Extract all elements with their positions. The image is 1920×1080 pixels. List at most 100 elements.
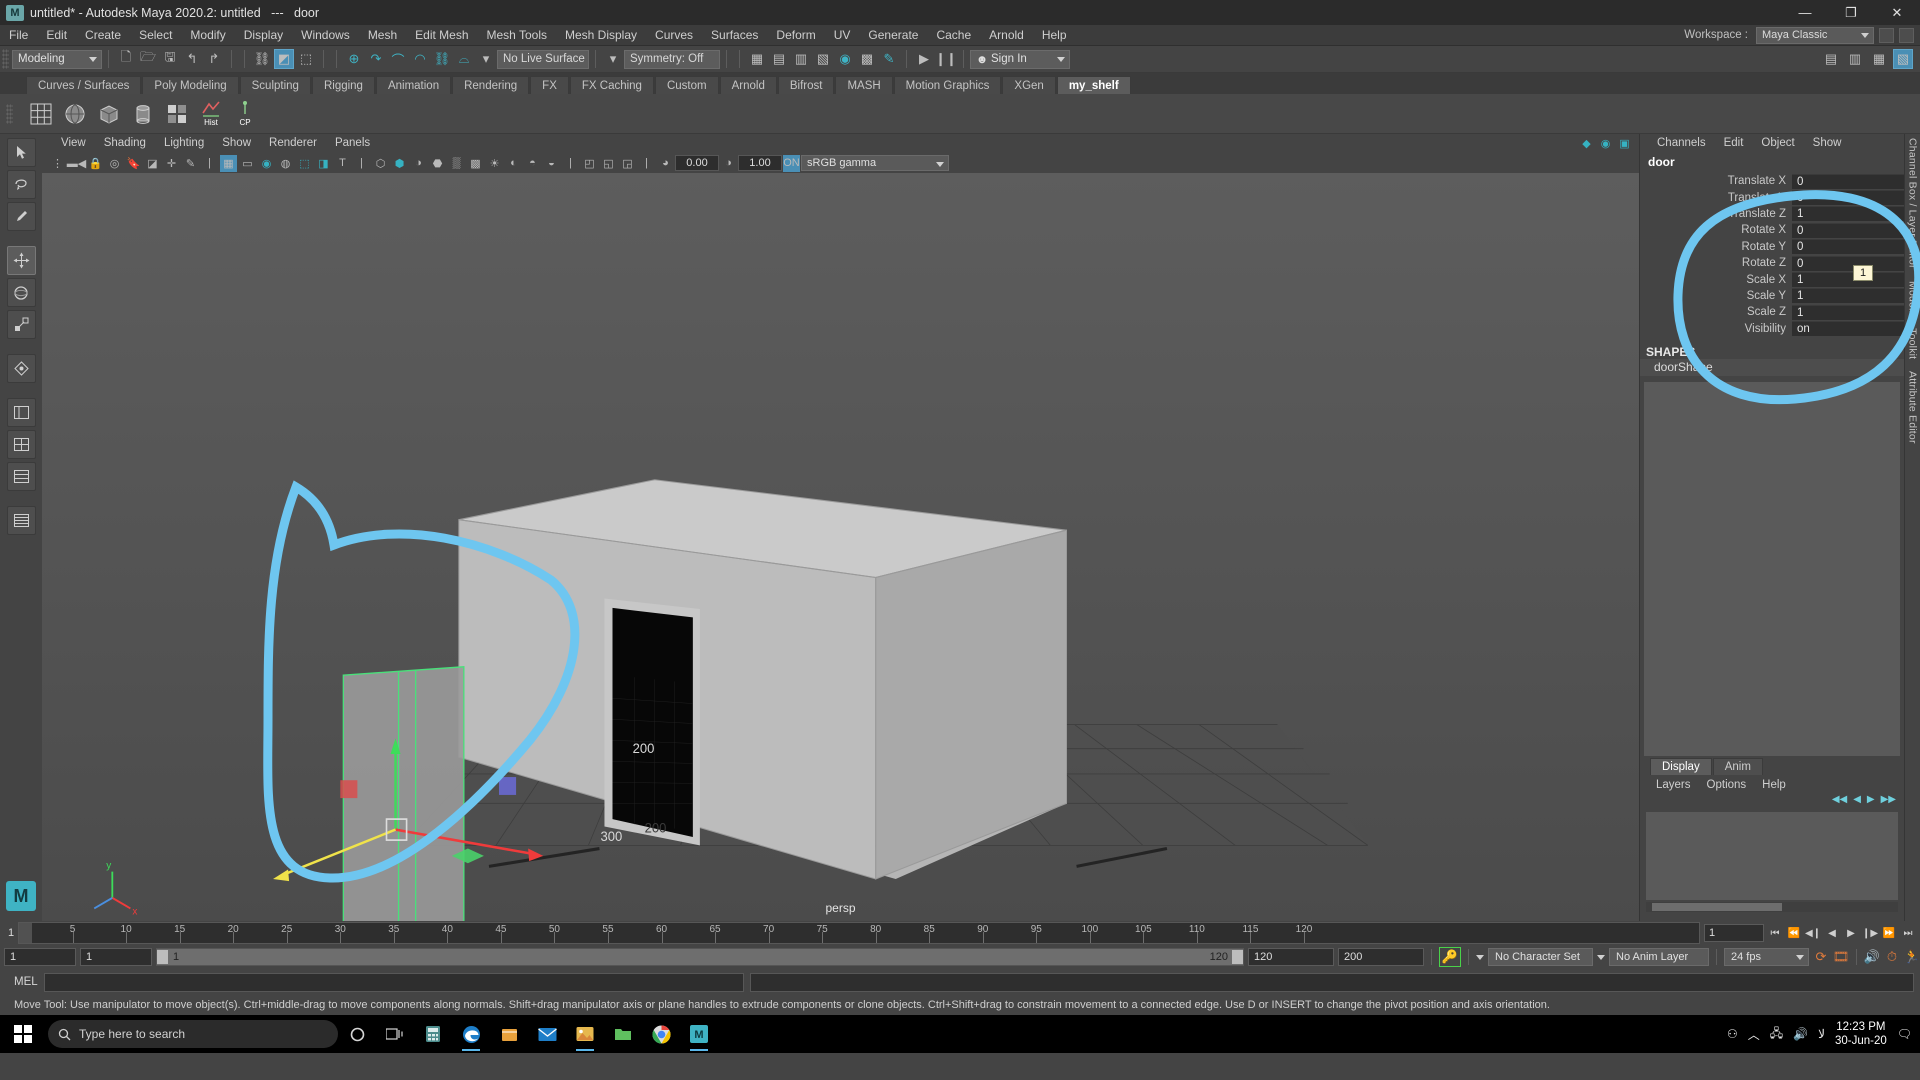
redo-icon[interactable]: ↱ xyxy=(204,49,224,69)
select-hierarchy-icon[interactable]: ⛓ xyxy=(252,49,272,69)
chrome-icon[interactable] xyxy=(642,1015,680,1053)
save-scene-icon[interactable]: 🖫 xyxy=(160,49,180,69)
shadows-icon[interactable]: ◐ xyxy=(505,155,522,172)
channel-value[interactable]: 1 xyxy=(1792,288,1904,304)
shelf-tab-mash[interactable]: MASH xyxy=(835,76,893,94)
chevron-down-icon[interactable]: ▾ xyxy=(476,49,496,69)
hypergraph-layout[interactable] xyxy=(6,506,36,535)
two-d-pan-zoom-icon[interactable]: ✛ xyxy=(163,155,180,172)
grid-shelf-icon[interactable] xyxy=(26,98,56,130)
edge-icon[interactable] xyxy=(452,1015,490,1053)
menu-item-mesh-display[interactable]: Mesh Display xyxy=(556,25,646,46)
menu-item-deform[interactable]: Deform xyxy=(767,25,824,46)
shelf-tab-fx[interactable]: FX xyxy=(530,76,569,94)
last-tool-used[interactable] xyxy=(6,354,36,383)
snap-point-icon[interactable]: ⌒ xyxy=(388,49,408,69)
menu-item-cache[interactable]: Cache xyxy=(927,25,980,46)
chevron-down-icon[interactable]: ▾ xyxy=(603,49,623,69)
cycle-playback-icon[interactable]: ⟳ xyxy=(1813,948,1829,966)
network-icon[interactable]: 🖧 xyxy=(1770,1024,1783,1045)
menu-item-edit-mesh[interactable]: Edit Mesh xyxy=(406,25,477,46)
shelf-tab-arnold[interactable]: Arnold xyxy=(719,76,777,94)
new-scene-icon[interactable]: 🗋 xyxy=(116,49,136,69)
pause-icon[interactable]: ❙❙ xyxy=(935,49,957,69)
go-to-start-icon[interactable]: ⏮ xyxy=(1767,924,1783,942)
step-forward-key-icon[interactable]: ⏩ xyxy=(1881,924,1897,942)
shelf-tab-custom[interactable]: Custom xyxy=(654,76,719,94)
grease-pencil-icon[interactable]: ✎ xyxy=(182,155,199,172)
live-surface-field[interactable]: No Live Surface xyxy=(497,49,589,69)
scale-tool[interactable] xyxy=(6,310,36,339)
select-component-icon[interactable]: ⬚ xyxy=(296,49,316,69)
layer-scroll-thumb[interactable] xyxy=(1652,903,1782,911)
viewport-menu-renderer[interactable]: Renderer xyxy=(260,134,326,153)
viewport-menu-shading[interactable]: Shading xyxy=(95,134,155,153)
step-back-frame-icon[interactable]: ◀❙ xyxy=(1805,924,1821,942)
polygon-sphere-icon[interactable] xyxy=(60,98,90,130)
render-settings-icon[interactable]: ▧ xyxy=(813,49,833,69)
select-object-icon[interactable]: ◩ xyxy=(274,49,294,69)
render-current-frame-icon[interactable]: ▤ xyxy=(769,49,789,69)
undo-icon[interactable]: ↰ xyxy=(182,49,202,69)
shelf-tab-bifrost[interactable]: Bifrost xyxy=(777,76,835,94)
exposure-icon[interactable]: ◨ xyxy=(315,155,332,172)
channel-value[interactable]: 1 xyxy=(1792,304,1904,320)
menu-item-surfaces[interactable]: Surfaces xyxy=(702,25,767,46)
notification-icon[interactable]: 🗨 xyxy=(1897,1027,1912,1041)
calculator-icon[interactable] xyxy=(414,1015,452,1053)
command-input[interactable] xyxy=(43,972,744,992)
image-plane-icon[interactable]: ◪ xyxy=(144,155,161,172)
time-slider[interactable]: 5 10 15 20 25 30 35 40 45 50 55 60 65 70 75 80 85 90 95 100… xyxy=(18,922,1700,944)
toggle-tool-settings-icon[interactable]: ▦ xyxy=(1869,49,1889,69)
wireframe-icon[interactable]: ⬡ xyxy=(372,155,389,172)
select-tool[interactable] xyxy=(6,138,36,167)
play-backwards-icon[interactable]: ◀ xyxy=(1824,924,1840,942)
resolution-gate-icon[interactable]: ◉ xyxy=(258,155,275,172)
maya-icon[interactable]: M xyxy=(680,1015,718,1053)
layer-menu-options[interactable]: Options xyxy=(1699,779,1755,791)
close-button[interactable]: ✕ xyxy=(1874,0,1920,25)
ipr-render-icon[interactable]: ▥ xyxy=(791,49,811,69)
playblast-icon[interactable]: 🎞 xyxy=(1833,948,1850,966)
menu-item-mesh-tools[interactable]: Mesh Tools xyxy=(478,25,556,46)
layer-tab-anim[interactable]: Anim xyxy=(1712,758,1763,775)
chevron-down-icon[interactable] xyxy=(1597,954,1605,960)
range-start-handle[interactable] xyxy=(157,950,168,964)
toggle-sidebar-icon[interactable]: ▤ xyxy=(1821,49,1841,69)
channel-value[interactable]: 1 xyxy=(1792,206,1904,222)
channel-box-menu-channels[interactable]: Channels xyxy=(1648,134,1715,153)
anim-prefs-icon[interactable]: ⏱ xyxy=(1884,948,1900,966)
volume-icon[interactable]: 🔊 xyxy=(1793,1027,1808,1041)
files-icon[interactable] xyxy=(604,1015,642,1053)
texture-toggle-icon[interactable]: ▩ xyxy=(467,155,484,172)
audio-icon[interactable]: 🔊 xyxy=(1864,948,1880,966)
hud-icon[interactable]: T xyxy=(334,155,351,172)
toggle-brush-icon[interactable]: ✎ xyxy=(879,49,899,69)
flat-shade-icon[interactable]: ⬣ xyxy=(429,155,446,172)
channel-box-menu-object[interactable]: Object xyxy=(1752,134,1803,153)
photos-icon[interactable] xyxy=(566,1015,604,1053)
shelf-tab-rigging[interactable]: Rigging xyxy=(311,76,375,94)
layer-last-icon[interactable]: ▶▶ xyxy=(1881,794,1896,810)
cortana-icon[interactable] xyxy=(338,1015,376,1053)
show-hidden-icons-icon[interactable]: ︿ xyxy=(1748,1026,1760,1043)
channel-value[interactable]: 0 xyxy=(1792,239,1904,255)
viewport-menu-lighting[interactable]: Lighting xyxy=(155,134,213,153)
character-icon[interactable]: 🏃 xyxy=(1904,948,1920,966)
show-hide-render-view-icon[interactable]: ▦ xyxy=(747,49,767,69)
channel-box-menu-edit[interactable]: Edit xyxy=(1715,134,1753,153)
mail-icon[interactable] xyxy=(528,1015,566,1053)
taskbar-search[interactable]: Type here to search xyxy=(48,1020,338,1048)
channel-box-menu-show[interactable]: Show xyxy=(1804,134,1851,153)
menu-item-edit[interactable]: Edit xyxy=(37,25,76,46)
viewport-menu-view[interactable]: View xyxy=(52,134,95,153)
dock-label-channel-box-layer-editor[interactable]: Channel Box / Layer Editor xyxy=(1907,138,1919,269)
menu-item-display[interactable]: Display xyxy=(235,25,292,46)
color-space-select[interactable]: sRGB gamma xyxy=(801,155,949,171)
menu-item-uv[interactable]: UV xyxy=(825,25,860,46)
render-sequence-icon[interactable]: ▩ xyxy=(857,49,877,69)
step-forward-frame-icon[interactable]: ❙▶ xyxy=(1862,924,1878,942)
workspace-select[interactable]: Maya Classic xyxy=(1756,26,1874,44)
menuset-select[interactable]: Modeling xyxy=(12,49,102,69)
dock-label-modeling-toolkit[interactable]: Modeling Toolkit xyxy=(1907,281,1919,359)
